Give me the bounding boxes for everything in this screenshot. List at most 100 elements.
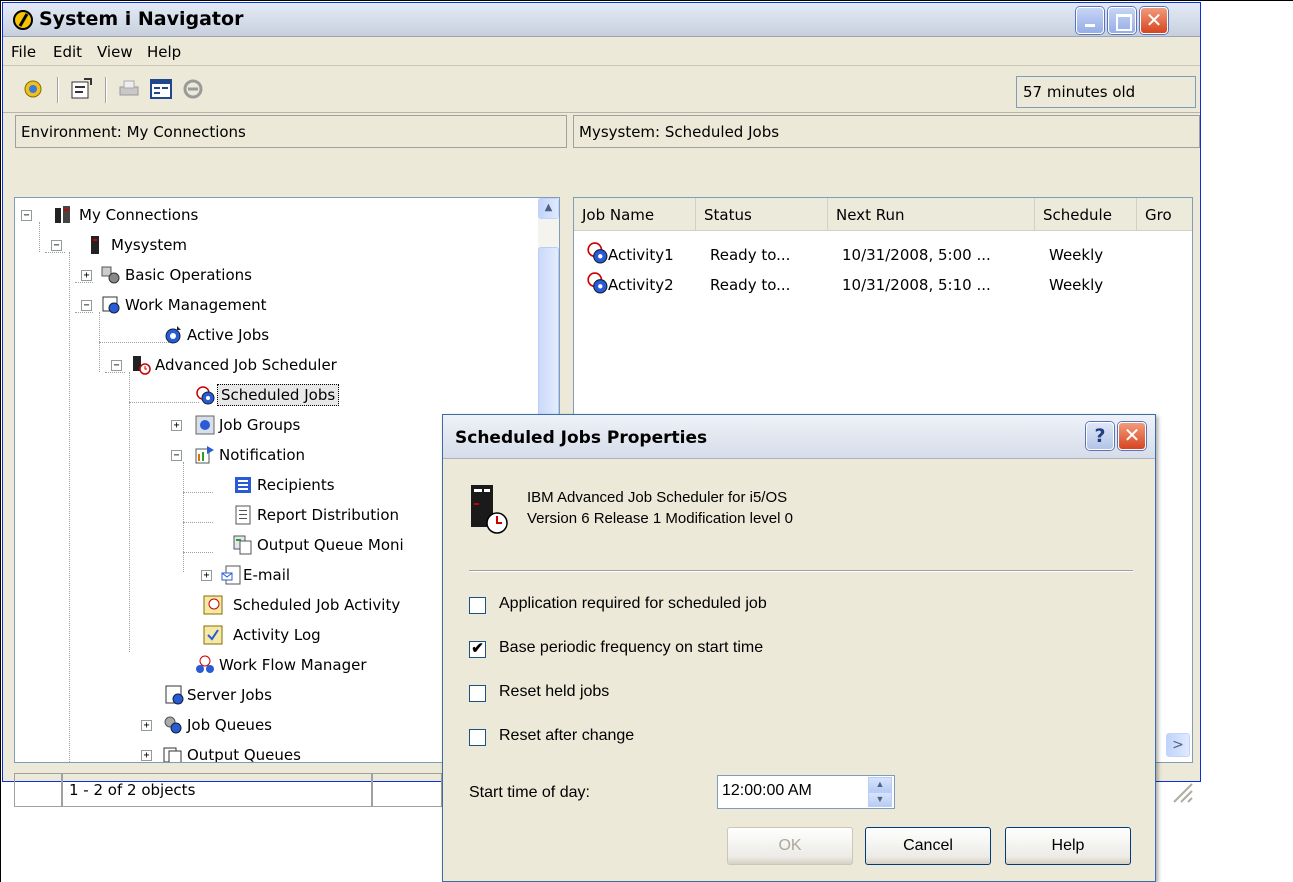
checkbox-reset-held-jobs[interactable] [469, 685, 486, 702]
menu-edit[interactable]: Edit [53, 43, 82, 61]
details-view-icon[interactable] [149, 77, 173, 101]
product-version: Version 6 Release 1 Modification level 0 [527, 510, 793, 527]
resize-grip-icon[interactable] [1166, 776, 1194, 804]
system-icon [91, 236, 99, 254]
tree-item-active-jobs[interactable]: Active Jobs [15, 324, 515, 348]
tree-item-label: Job Queues [187, 716, 272, 734]
checkbox-label: Reset after change [499, 727, 635, 744]
expand-icon[interactable]: + [141, 720, 152, 731]
checkbox-base-periodic-frequency[interactable]: ✔ [469, 641, 486, 658]
collapse-icon[interactable]: − [171, 450, 182, 461]
column-schedule[interactable]: Schedule [1035, 198, 1137, 231]
scheduled-jobs-properties-dialog: Scheduled Jobs Properties ? ✕ IBM Advanc… [442, 414, 1156, 882]
tree-item-notification[interactable]: − Notification [15, 444, 515, 468]
toolbar: 57 minutes old [3, 67, 1200, 113]
collapse-icon[interactable]: − [81, 300, 92, 311]
next-run-cell: 10/31/2008, 5:10 ... [842, 276, 991, 294]
help-question-icon[interactable]: ? [1086, 422, 1114, 450]
tree-item-work-management[interactable]: − Work Management [15, 294, 515, 318]
tree-item-work-flow-manager[interactable]: Work Flow Manager [15, 654, 515, 678]
checkbox-reset-after-change[interactable] [469, 729, 486, 746]
job-queues-icon [164, 716, 182, 734]
dialog-title-bar[interactable]: Scheduled Jobs Properties ? ✕ [443, 415, 1155, 459]
report-distribution-icon [235, 505, 251, 525]
column-status[interactable]: Status [696, 198, 828, 231]
status-object-count: 1 - 2 of 2 objects [62, 773, 372, 807]
expand-icon[interactable]: + [201, 570, 212, 581]
tree-item-basic-operations[interactable]: + Basic Operations [15, 264, 515, 288]
menu-view[interactable]: View [97, 43, 133, 61]
print-icon[interactable] [117, 77, 141, 101]
tree-item-label: Scheduled Job Activity [233, 596, 401, 614]
tree-item-email[interactable]: + E-mail [15, 564, 515, 588]
column-next-run[interactable]: Next Run [828, 198, 1035, 231]
minimize-button[interactable] [1076, 7, 1104, 34]
cancel-button[interactable]: Cancel [865, 827, 991, 865]
job-name-cell: Activity1 [608, 246, 674, 264]
tree-item-label: Advanced Job Scheduler [155, 356, 337, 374]
right-pane-header: Mysystem: Scheduled Jobs [573, 115, 1200, 148]
toolbar-separator [105, 77, 107, 103]
tree-item-label: Work Flow Manager [219, 656, 367, 674]
tree-item-server-jobs[interactable]: Server Jobs [15, 684, 515, 708]
tree-item-advanced-job-scheduler[interactable]: − Advanced Job Scheduler [15, 354, 515, 378]
scroll-right-icon[interactable]: > [1166, 733, 1190, 757]
column-job-name[interactable]: Job Name [574, 198, 696, 231]
connect-icon[interactable] [21, 77, 45, 101]
tree-item-job-queues[interactable]: + Job Queues [15, 714, 515, 738]
left-pane-header: Environment: My Connections [15, 115, 567, 148]
tree-item-scheduled-job-activity[interactable]: Scheduled Job Activity [15, 594, 515, 618]
tree-item-output-queues[interactable]: + Output Queues [15, 744, 515, 762]
page-frame-left [0, 0, 1, 882]
tree-item-label: Notification [219, 446, 306, 464]
dialog-close-button[interactable]: ✕ [1118, 422, 1146, 450]
collapse-icon[interactable]: − [21, 210, 32, 221]
scroll-up-icon[interactable]: ▲ [538, 198, 559, 219]
properties-icon[interactable] [69, 77, 93, 101]
menu-bar: File Edit View Help [3, 38, 1200, 66]
start-time-value: 12:00:00 AM [722, 782, 812, 799]
tree-item-my-connections[interactable]: − My Connections [15, 204, 515, 228]
checkbox-label: Base periodic frequency on start time [499, 639, 764, 656]
expand-icon[interactable]: + [81, 270, 92, 281]
collapse-icon[interactable]: − [51, 240, 62, 251]
expand-icon[interactable]: + [141, 750, 152, 761]
tree-item-output-queue-monitor[interactable]: Output Queue Moni [15, 534, 515, 558]
spin-up-icon[interactable]: ▲ [868, 777, 892, 792]
checkbox-label: Reset held jobs [499, 683, 610, 700]
help-button[interactable]: Help [1005, 827, 1131, 865]
status-cell: Ready to... [710, 246, 791, 264]
tree-item-label: Basic Operations [125, 266, 252, 284]
spin-down-icon[interactable]: ▼ [868, 792, 892, 807]
tree-item-job-groups[interactable]: + Job Groups [15, 414, 515, 438]
job-scheduler-icon [133, 356, 151, 375]
expand-icon[interactable]: + [171, 420, 182, 431]
stop-icon[interactable] [181, 77, 205, 101]
dialog-divider [469, 570, 1133, 572]
column-group[interactable]: Gro [1137, 198, 1192, 231]
tree-item-mysystem[interactable]: − Mysystem [15, 234, 515, 258]
tree-item-activity-log[interactable]: Activity Log [15, 624, 515, 648]
start-time-label: Start time of day: [469, 784, 590, 801]
tree-item-label: E-mail [243, 566, 291, 584]
start-time-input[interactable]: 12:00:00 AM ▲ ▼ [717, 775, 895, 809]
ok-button[interactable]: OK [727, 827, 853, 865]
tree-item-label: Recipients [257, 476, 335, 494]
status-panel [372, 773, 442, 807]
tree-item-scheduled-jobs[interactable]: Scheduled Jobs [15, 384, 515, 408]
title-bar[interactable]: System i Navigator ✕ [3, 3, 1200, 37]
menu-file[interactable]: File [11, 43, 36, 61]
maximize-button[interactable] [1108, 7, 1136, 34]
tree-item-recipients[interactable]: Recipients [15, 474, 515, 498]
tree-item-report-distribution[interactable]: Report Distribution [15, 504, 515, 528]
job-name-cell: Activity2 [608, 276, 674, 294]
work-flow-icon [196, 655, 214, 673]
menu-help[interactable]: Help [147, 43, 181, 61]
collapse-icon[interactable]: − [111, 360, 122, 371]
status-spacer [14, 773, 62, 807]
tree-item-label: Job Groups [219, 416, 301, 434]
output-queues-icon [163, 747, 182, 762]
connections-icon [55, 206, 70, 223]
close-button[interactable]: ✕ [1140, 7, 1168, 34]
checkbox-application-required[interactable] [469, 597, 486, 614]
